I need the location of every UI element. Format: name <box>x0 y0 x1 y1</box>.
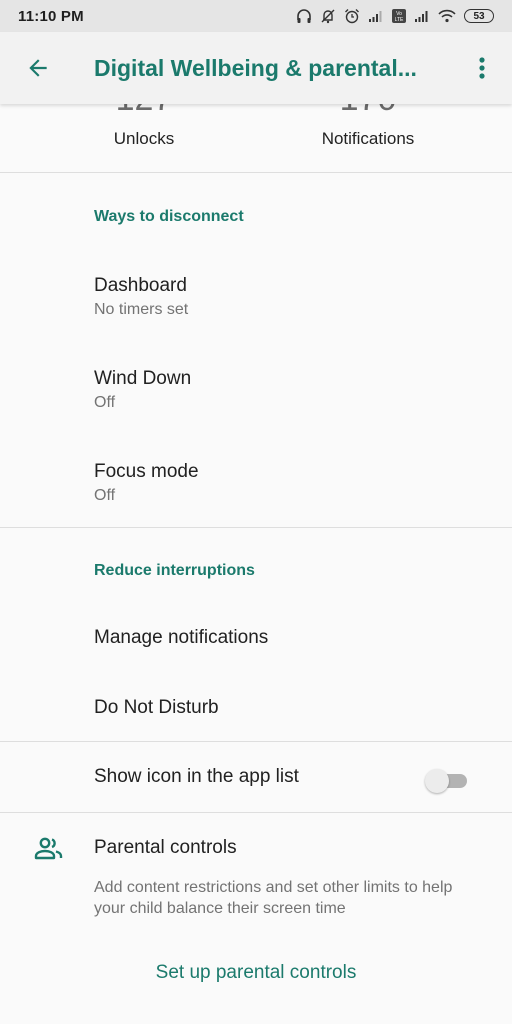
battery-indicator: 53 <box>464 9 494 23</box>
headphones-icon <box>296 8 312 24</box>
svg-text:LTE: LTE <box>395 17 404 23</box>
content: 127 Unlocks 170 Notifications Ways to di… <box>0 104 512 1024</box>
more-vert-icon[interactable] <box>470 50 494 86</box>
arrow-back-icon[interactable] <box>20 50 56 86</box>
notifications-label: Notifications <box>321 129 415 148</box>
volte-icon: Vo LTE <box>392 9 406 23</box>
parental-controls-section: Parental controls Add content restrictio… <box>0 813 512 1013</box>
section-header-reduce-interruptions: Reduce interruptions <box>94 562 255 579</box>
notifications-count: 170 <box>268 104 468 116</box>
unlocks-count: 127 <box>44 104 244 116</box>
people-icon <box>34 837 64 866</box>
item-title: Wind Down <box>94 368 192 389</box>
list-item-dashboard[interactable]: Dashboard No timers set <box>0 275 512 319</box>
notifications-off-icon <box>320 8 336 24</box>
show-icon-row[interactable]: Show icon in the app list <box>0 742 512 812</box>
list-item-do-not-disturb[interactable]: Do Not Disturb <box>0 697 512 719</box>
app-bar: Digital Wellbeing & parental... <box>0 32 512 104</box>
item-subtitle: No timers set <box>94 301 189 318</box>
show-icon-toggle[interactable] <box>425 769 467 793</box>
parental-controls-title: Parental controls <box>94 837 237 858</box>
wifi-icon <box>438 9 456 23</box>
alarm-icon <box>344 8 360 24</box>
item-subtitle: Off <box>94 487 116 504</box>
item-subtitle: Off <box>94 394 116 411</box>
parental-controls-description: Add content restrictions and set other l… <box>94 879 453 917</box>
item-title: Dashboard <box>94 275 187 296</box>
item-title: Do Not Disturb <box>94 697 219 718</box>
signal-1-icon <box>368 9 384 23</box>
section-header-ways-to-disconnect: Ways to disconnect <box>94 208 244 225</box>
status-bar: 11:10 PM Vo LTE 53 <box>0 0 512 32</box>
page-title: Digital Wellbeing & parental... <box>94 54 417 81</box>
usage-stats: 127 Unlocks 170 Notifications <box>0 104 512 172</box>
item-title: Focus mode <box>94 461 199 482</box>
item-title: Manage notifications <box>94 627 269 648</box>
list-item-manage-notifications[interactable]: Manage notifications <box>0 627 512 649</box>
list-item-focus-mode[interactable]: Focus mode Off <box>0 461 512 505</box>
list-item-wind-down[interactable]: Wind Down Off <box>0 368 512 412</box>
signal-2-icon <box>414 9 430 23</box>
show-icon-label: Show icon in the app list <box>94 766 299 787</box>
toggle-thumb <box>425 769 449 793</box>
status-time: 11:10 PM <box>18 7 84 25</box>
unlocks-label: Unlocks <box>113 129 175 148</box>
set-up-parental-controls-button[interactable]: Set up parental controls <box>0 962 512 984</box>
status-icons: Vo LTE 53 <box>296 8 494 24</box>
